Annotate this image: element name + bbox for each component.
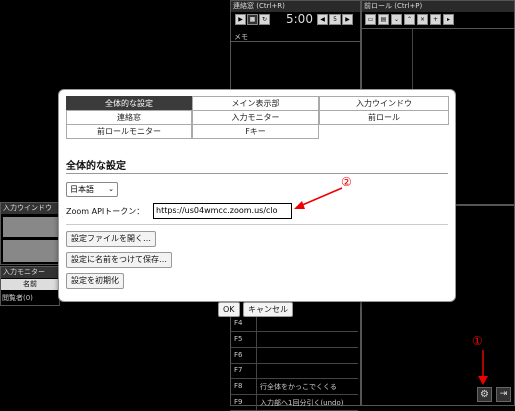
contact-window-title: 連絡窓 (Ctrl+R) — [231, 1, 360, 12]
input-window-title: 入力ウインドウ — [1, 203, 59, 214]
fkey-row[interactable]: F7 — [230, 362, 358, 380]
play-button[interactable]: ▶ — [235, 14, 246, 25]
preroll-open-icon[interactable]: ▭ — [365, 14, 376, 25]
fkey-separator — [256, 378, 257, 395]
fkey-separator — [256, 394, 257, 410]
tab-input-monitor[interactable]: 入力モニター — [192, 110, 319, 125]
fkey-separator — [256, 315, 257, 331]
input-monitor-pane: 入力モニター 名前 閲覧者(0) — [0, 266, 60, 306]
annotation-two-arrow — [294, 187, 343, 209]
tab-general[interactable]: 全体的な設定 — [66, 96, 192, 111]
cancel-button[interactable]: キャンセル — [243, 302, 293, 317]
save-settings-as-button[interactable]: 設定に名前をつけて保存… — [66, 252, 172, 268]
tab-preroll[interactable]: 前ロール — [319, 110, 449, 125]
zoom-token-label: Zoom APIトークン： — [66, 207, 145, 216]
fkey-label: F6 — [234, 350, 243, 359]
annotation-one-arrow — [478, 350, 488, 385]
preroll-save-icon[interactable]: ▤ — [378, 14, 389, 25]
language-value: 日本語 — [70, 185, 94, 194]
viewers-count: 閲覧者(0) — [2, 294, 33, 302]
buttons-divider — [66, 224, 448, 225]
preroll-add-icon[interactable]: + — [430, 14, 441, 25]
timer-increase-button[interactable]: ▶ — [342, 14, 353, 25]
annotation-one: ① — [472, 334, 483, 348]
fkey-row[interactable]: F9 入力部へ1回分引く(undo) — [230, 394, 358, 411]
chevron-down-icon: ⌄ — [108, 185, 114, 193]
timer-minutes[interactable]: 5 — [329, 14, 341, 25]
tab-preroll-monitor[interactable]: 前ロールモニター — [66, 124, 192, 139]
settings-dialog: 全体的な設定 メイン表示部 入力ウインドウ 連絡窓 入力モニター 前ロール 前ロ… — [59, 90, 455, 301]
memo-divider — [231, 41, 360, 42]
fkey-label: F4 — [234, 319, 243, 327]
tab-contact-window[interactable]: 連絡窓 — [66, 110, 192, 125]
open-settings-button[interactable]: 設定ファイルを開く… — [66, 231, 156, 247]
fkey-row[interactable]: F5 — [230, 330, 358, 348]
fkey-separator — [256, 346, 257, 363]
tab-input-window[interactable]: 入力ウインドウ — [319, 96, 449, 111]
tab-fkeys[interactable]: Fキー — [192, 124, 319, 139]
exit-icon[interactable]: ⇥ — [496, 387, 511, 402]
input-field-1[interactable] — [3, 217, 61, 237]
fkey-label: F9 — [234, 398, 243, 406]
fkey-separator — [256, 330, 257, 347]
preroll-title: 前ロール (Ctrl+P) — [362, 1, 514, 12]
section-title: 全体的な設定 — [66, 161, 126, 172]
settings-gear-icon[interactable]: ⚙ — [477, 387, 492, 402]
tab-main-display[interactable]: メイン表示部 — [192, 96, 319, 111]
fkey-separator — [256, 362, 257, 379]
name-column-header: 名前 — [1, 279, 59, 290]
preroll-delete-icon[interactable]: × — [417, 14, 428, 25]
stop-button[interactable]: ■ — [247, 14, 258, 25]
fkey-action: 入力部へ1回分引く(undo) — [260, 399, 344, 407]
reset-settings-button[interactable]: 設定を初期化 — [66, 273, 124, 289]
input-monitor-title: 入力モニター — [1, 267, 59, 278]
input-field-2[interactable] — [3, 240, 61, 262]
section-divider — [66, 173, 448, 174]
preroll-next-icon[interactable]: ▸ — [443, 14, 454, 25]
fkey-action: 行全体をかっこでくくる — [260, 383, 337, 392]
fkey-label: F7 — [234, 366, 243, 375]
zoom-token-input[interactable]: https://us04wmcc.zoom.us/clo — [153, 203, 292, 219]
reset-icon[interactable]: ↻ — [259, 14, 270, 25]
fkey-label: F5 — [234, 334, 243, 343]
language-select[interactable]: 日本語 ⌄ — [66, 182, 118, 197]
timer-display: 5:00 — [286, 12, 313, 26]
fkey-row[interactable]: F4 — [230, 315, 358, 332]
fkey-row[interactable]: F6 — [230, 346, 358, 364]
preroll-down-icon[interactable]: ⌄ — [391, 14, 402, 25]
preroll-up-icon[interactable]: ⌃ — [404, 14, 415, 25]
fkey-row[interactable]: F8 行全体をかっこでくくる — [230, 378, 358, 396]
fkey-label: F8 — [234, 382, 243, 391]
input-window-pane: 入力ウインドウ — [0, 202, 61, 265]
timer-decrease-button[interactable]: ◀ — [317, 14, 328, 25]
ok-button[interactable]: OK — [218, 302, 240, 317]
